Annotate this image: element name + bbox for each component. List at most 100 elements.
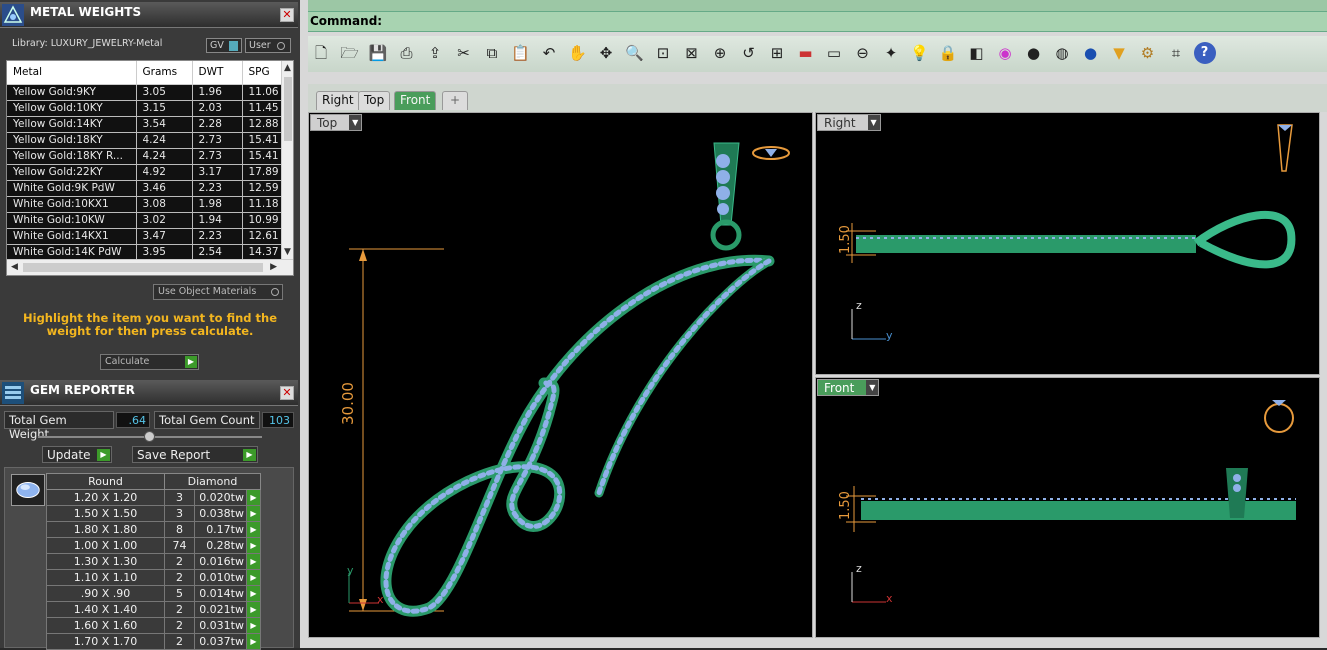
letter-j-pendant <box>348 142 790 617</box>
lightbulb-icon[interactable]: 💡 <box>909 42 931 64</box>
gem-row[interactable]: 1.10 X 1.10 2 0.010tw ▶ <box>46 569 261 586</box>
command-line[interactable]: Command: <box>308 12 1327 32</box>
select-gem-icon[interactable]: ▶ <box>246 633 261 650</box>
undo-view-icon[interactable]: ↺ <box>738 42 760 64</box>
save-icon[interactable]: 💾 <box>367 42 389 64</box>
help-icon[interactable]: ? <box>1193 42 1216 64</box>
gem-cell: 1.50 X 1.50 <box>46 505 165 522</box>
tab-top[interactable]: Top <box>358 91 391 110</box>
print-icon[interactable]: ⎙ <box>396 42 418 64</box>
dimension-icon[interactable]: ⊖ <box>852 42 874 64</box>
use-object-materials-toggle[interactable]: Use Object Materials <box>153 284 283 300</box>
gv-toggle[interactable]: GV <box>206 38 242 53</box>
color-wheel-icon[interactable]: ◉ <box>994 42 1016 64</box>
point-icon[interactable]: ✦ <box>880 42 902 64</box>
table-row[interactable]: Yellow Gold:18KY R... 4.24 2.73 15.41 <box>7 148 284 165</box>
gem-row[interactable]: 1.80 X 1.80 8 0.17tw ▶ <box>46 521 261 538</box>
gem-cell: 1.80 X 1.80 <box>46 521 165 538</box>
table-row[interactable]: Yellow Gold:9KY 3.05 1.96 11.06 <box>7 84 284 101</box>
gem-table[interactable]: Round Diamond 1.20 X 1.20 3 0.020tw ▶ 1.50 X… <box>46 473 261 650</box>
select-gem-icon[interactable]: ▶ <box>246 553 261 570</box>
table-row[interactable]: Yellow Gold:14KY 3.54 2.28 12.88 <box>7 116 284 133</box>
select-gem-icon[interactable]: ▶ <box>246 569 261 586</box>
zoom-window-icon[interactable]: ⊡ <box>652 42 674 64</box>
slider-handle[interactable] <box>144 431 155 442</box>
gem-cell: 2 <box>164 569 195 586</box>
select-gem-icon[interactable]: ▶ <box>246 537 261 554</box>
save-report-button[interactable]: Save Report ▶ <box>132 446 258 463</box>
table-row[interactable]: White Gold:14K PdW 3.95 2.54 14.37 <box>7 244 284 261</box>
col-spg[interactable]: SPG <box>242 61 284 85</box>
gem-row[interactable]: 1.30 X 1.30 2 0.016tw ▶ <box>46 553 261 570</box>
tab-front[interactable]: Front <box>394 91 437 110</box>
select-gem-icon[interactable]: ▶ <box>246 489 261 506</box>
zoom-extents-icon[interactable]: ⊠ <box>681 42 703 64</box>
snap-icon[interactable]: ⌗ <box>1165 42 1187 64</box>
gem-reporter-title: GEM REPORTER <box>30 383 135 397</box>
add-tab-icon[interactable]: + <box>442 91 468 110</box>
gem-row[interactable]: .90 X .90 5 0.014tw ▶ <box>46 585 261 602</box>
table-row[interactable]: Yellow Gold:18KY 4.24 2.73 15.41 <box>7 132 284 149</box>
select-gem-icon[interactable]: ▶ <box>246 505 261 522</box>
select-gem-icon[interactable]: ▶ <box>246 521 261 538</box>
car-icon[interactable]: ▬ <box>795 42 817 64</box>
pan-hand-icon[interactable]: ✋ <box>567 42 589 64</box>
tab-right[interactable]: Right <box>316 91 360 110</box>
close-icon[interactable]: ✕ <box>280 8 294 22</box>
close-icon[interactable]: ✕ <box>280 386 294 400</box>
gem-cell: 2 <box>164 553 195 570</box>
table-cell: Yellow Gold:10KY <box>7 100 137 117</box>
cut-icon[interactable]: ✂ <box>453 42 475 64</box>
viewport-right[interactable]: Right ▼ 1.50 z y <box>815 112 1320 375</box>
rotate-view-icon[interactable]: ✥ <box>595 42 617 64</box>
gem-row[interactable]: 1.40 X 1.40 2 0.021tw ▶ <box>46 601 261 618</box>
new-file-icon[interactable]: 🗋 <box>310 42 332 64</box>
gem-row[interactable]: 1.20 X 1.20 3 0.020tw ▶ <box>46 489 261 506</box>
copy-icon[interactable]: ⧉ <box>481 42 503 64</box>
table-cell: 3.08 <box>136 196 193 213</box>
export-icon[interactable]: ⇪ <box>424 42 446 64</box>
lock-icon[interactable]: 🔒 <box>937 42 959 64</box>
select-gem-icon[interactable]: ▶ <box>246 585 261 602</box>
gem-row[interactable]: 1.50 X 1.50 3 0.038tw ▶ <box>46 505 261 522</box>
table-row[interactable]: White Gold:14KX1 3.47 2.23 12.61 <box>7 228 284 245</box>
select-gem-icon[interactable]: ▶ <box>246 617 261 634</box>
paste-icon[interactable]: 📋 <box>510 42 532 64</box>
total-gem-count-label: Total Gem Count <box>154 411 260 429</box>
gem-cell: 0.037tw <box>194 633 247 650</box>
gear-icon[interactable]: ⚙ <box>1137 42 1159 64</box>
open-folder-icon[interactable]: 🗁 <box>339 42 361 64</box>
col-grams[interactable]: Grams <box>136 61 193 85</box>
gem-row[interactable]: 1.70 X 1.70 2 0.037tw ▶ <box>46 633 261 650</box>
viewport-front[interactable]: Front ▼ 1.50 z x <box>815 377 1320 638</box>
metal-table-hscroll[interactable]: ◀ ▶ <box>7 259 293 275</box>
table-row[interactable]: Yellow Gold:22KY 4.92 3.17 17.89 <box>7 164 284 181</box>
user-toggle[interactable]: User <box>245 38 291 53</box>
sphere-blue-icon[interactable]: ● <box>1080 42 1102 64</box>
metal-table-vscroll[interactable]: ▲ ▼ <box>281 61 293 259</box>
sphere-gray-icon[interactable]: ● <box>1023 42 1045 64</box>
car-outline-icon[interactable]: ▭ <box>823 42 845 64</box>
gem-cell: 1.10 X 1.10 <box>46 569 165 586</box>
spotlight-icon[interactable]: ▼ <box>1108 42 1130 64</box>
zoom-icon[interactable]: 🔍 <box>624 42 646 64</box>
zoom-selected-icon[interactable]: ⊕ <box>709 42 731 64</box>
select-gem-icon[interactable]: ▶ <box>246 601 261 618</box>
layers-icon[interactable]: ◧ <box>966 42 988 64</box>
table-row[interactable]: White Gold:10KW 3.02 1.94 10.99 <box>7 212 284 229</box>
sphere-shaded-icon[interactable]: ◍ <box>1051 42 1073 64</box>
four-viewports-icon[interactable]: ⊞ <box>766 42 788 64</box>
gem-cell: .90 X .90 <box>46 585 165 602</box>
gem-row[interactable]: 1.60 X 1.60 2 0.031tw ▶ <box>46 617 261 634</box>
col-metal[interactable]: Metal <box>7 61 137 85</box>
col-dwt[interactable]: DWT <box>192 61 243 85</box>
undo-icon[interactable]: ↶ <box>538 42 560 64</box>
table-row[interactable]: White Gold:10KX1 3.08 1.98 11.18 <box>7 196 284 213</box>
calculate-button[interactable]: Calculate ▶ <box>100 354 199 370</box>
table-row[interactable]: White Gold:9K PdW 3.46 2.23 12.59 <box>7 180 284 197</box>
viewport-top[interactable]: Top ▼ 30.00 x y <box>308 112 813 638</box>
table-row[interactable]: Yellow Gold:10KY 3.15 2.03 11.45 <box>7 100 284 117</box>
gem-row[interactable]: 1.00 X 1.00 74 0.28tw ▶ <box>46 537 261 554</box>
metal-table[interactable]: Metal Grams DWT SPG Yellow Gold:9KY 3.05 1… <box>6 60 294 276</box>
update-button[interactable]: Update ▶ <box>42 446 112 463</box>
